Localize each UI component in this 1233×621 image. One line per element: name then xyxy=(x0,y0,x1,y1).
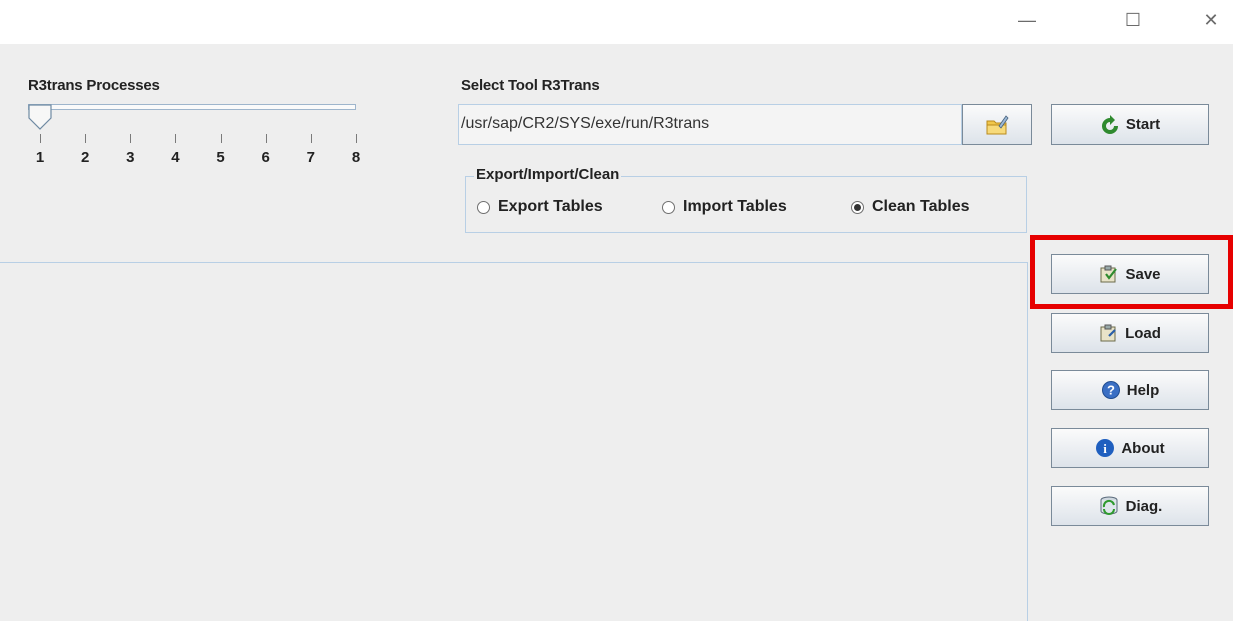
radio-label: Import Tables xyxy=(683,198,787,215)
radio-label: Export Tables xyxy=(498,198,603,215)
help-button[interactable]: ? Help xyxy=(1051,370,1209,410)
slider-tick xyxy=(175,134,177,143)
load-button[interactable]: Load xyxy=(1051,313,1209,353)
slider-tick xyxy=(40,134,41,143)
slider-tick-label: 4 xyxy=(171,149,180,166)
tool-label: Select Tool R3Trans xyxy=(461,77,600,94)
slider-tick-label: 7 xyxy=(306,149,316,166)
start-label: Start xyxy=(1125,116,1161,133)
slider-tick xyxy=(310,134,312,143)
processes-slider-track[interactable] xyxy=(28,104,356,110)
save-highlight-box xyxy=(1030,235,1233,309)
info-icon: i xyxy=(1096,439,1115,457)
diag-button[interactable]: Diag. xyxy=(1051,486,1209,526)
vertical-separator xyxy=(1027,262,1028,621)
load-label: Load xyxy=(1125,324,1161,342)
slider-tick xyxy=(265,134,267,143)
start-button[interactable]: Start xyxy=(1051,104,1209,145)
radio-label: Clean Tables xyxy=(872,198,970,215)
help-label: Help xyxy=(1126,381,1160,399)
load-clipboard-icon xyxy=(1100,324,1116,342)
slider-tick-label: 2 xyxy=(80,149,90,166)
browse-button[interactable] xyxy=(962,104,1032,145)
radio-circle-icon xyxy=(851,200,864,214)
r3trans-path-field[interactable]: /usr/sap/CR2/SYS/exe/run/R3trans xyxy=(458,104,962,145)
minimize-button[interactable]: — xyxy=(1004,0,1050,40)
folder-edit-icon xyxy=(986,114,1009,134)
close-button[interactable]: ✕ xyxy=(1188,0,1233,40)
help-icon: ? xyxy=(1101,381,1120,399)
radio-import-tables[interactable]: Import Tables xyxy=(662,198,787,216)
slider-tick-label: 3 xyxy=(126,149,135,166)
slider-tick xyxy=(85,134,87,143)
processes-slider-thumb[interactable] xyxy=(28,104,52,130)
about-label: About xyxy=(1121,439,1165,457)
radio-circle-icon xyxy=(662,200,675,214)
diagnostics-icon xyxy=(1100,496,1118,515)
about-button[interactable]: i About xyxy=(1051,428,1209,468)
radio-clean-tables[interactable]: Clean Tables xyxy=(851,198,970,216)
radio-circle-icon xyxy=(477,200,490,214)
slider-tick-label: 6 xyxy=(261,149,270,166)
svg-text:?: ? xyxy=(1107,383,1115,398)
slider-tick xyxy=(220,134,222,143)
slider-tick-label: 5 xyxy=(216,149,225,166)
radio-export-tables[interactable]: Export Tables xyxy=(477,198,603,216)
minimize-icon: — xyxy=(1018,9,1036,30)
slider-tick xyxy=(130,134,132,143)
maximize-button[interactable]: ☐ xyxy=(1110,0,1156,40)
slider-tick-label: 8 xyxy=(351,149,361,166)
svg-text:i: i xyxy=(1104,441,1108,456)
processes-label: R3trans Processes xyxy=(28,77,160,94)
slider-tick xyxy=(356,134,357,143)
mode-group-title: Export/Import/Clean xyxy=(474,166,622,183)
diag-label: Diag. xyxy=(1125,497,1163,515)
close-icon: ✕ xyxy=(1203,9,1219,30)
title-bar: — ☐ ✕ xyxy=(0,0,1233,44)
slider-tick-label: 1 xyxy=(35,149,45,166)
refresh-icon xyxy=(1101,114,1118,134)
maximize-icon: ☐ xyxy=(1124,9,1142,30)
horizontal-separator xyxy=(0,262,1028,263)
